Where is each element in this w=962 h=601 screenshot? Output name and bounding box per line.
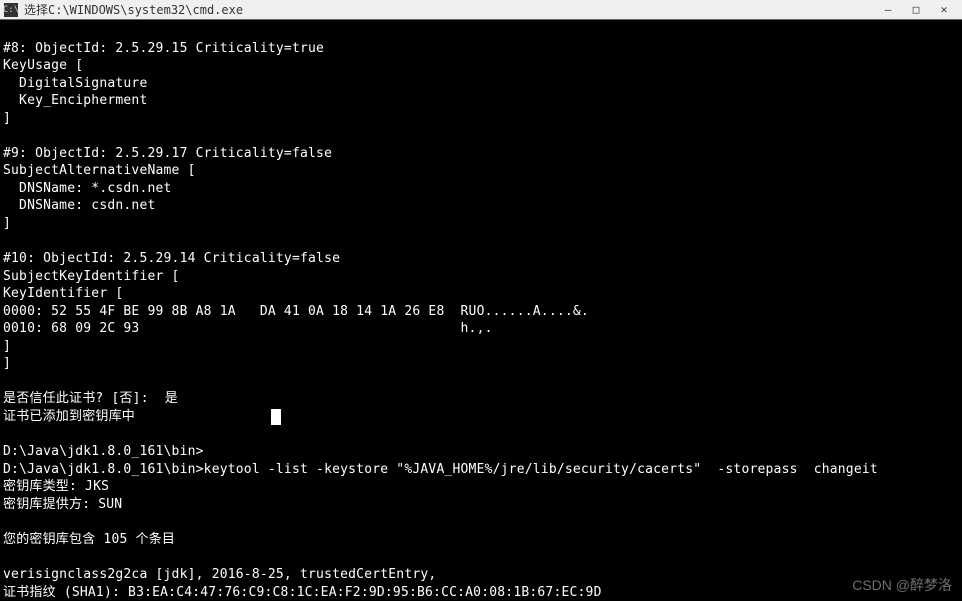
close-button[interactable]: ✕ [930, 1, 958, 19]
cmd-icon: C:\ [4, 3, 18, 17]
window-controls: — □ ✕ [874, 1, 958, 19]
terminal-output[interactable]: #8: ObjectId: 2.5.29.15 Criticality=true… [0, 20, 962, 601]
terminal-line [3, 513, 959, 531]
terminal-line [3, 233, 959, 251]
terminal-line: #10: ObjectId: 2.5.29.14 Criticality=fal… [3, 250, 959, 268]
terminal-line: ] [3, 110, 959, 128]
terminal-line [3, 22, 959, 40]
terminal-line: DigitalSignature [3, 75, 959, 93]
terminal-line: 0010: 68 09 2C 93 h.,. [3, 320, 959, 338]
terminal-line: KeyIdentifier [ [3, 285, 959, 303]
terminal-line: D:\Java\jdk1.8.0_161\bin>keytool -list -… [3, 461, 959, 479]
window-titlebar: C:\ 选择C:\WINDOWS\system32\cmd.exe — □ ✕ [0, 0, 962, 20]
terminal-line: 是否信任此证书? [否]: 是 [3, 390, 959, 408]
terminal-line: D:\Java\jdk1.8.0_161\bin> [3, 443, 959, 461]
terminal-line: ] [3, 355, 959, 373]
terminal-line: 证书指纹 (SHA1): B3:EA:C4:47:76:C9:C8:1C:EA:… [3, 584, 959, 601]
terminal-line: 0000: 52 55 4F BE 99 8B A8 1A DA 41 0A 1… [3, 303, 959, 321]
maximize-button[interactable]: □ [902, 1, 930, 19]
text-cursor [271, 409, 281, 425]
window-title: 选择C:\WINDOWS\system32\cmd.exe [24, 1, 874, 18]
terminal-line [3, 548, 959, 566]
terminal-line: KeyUsage [ [3, 57, 959, 75]
terminal-line: SubjectKeyIdentifier [ [3, 268, 959, 286]
terminal-line: 证书已添加到密钥库中 [3, 408, 959, 426]
terminal-line [3, 373, 959, 391]
terminal-line: SubjectAlternativeName [ [3, 162, 959, 180]
terminal-line: ] [3, 215, 959, 233]
terminal-line: verisignclass2g2ca [jdk], 2016-8-25, tru… [3, 566, 959, 584]
terminal-line: ] [3, 338, 959, 356]
terminal-line: 您的密钥库包含 105 个条目 [3, 531, 959, 549]
terminal-line [3, 426, 959, 444]
terminal-line: Key_Encipherment [3, 92, 959, 110]
terminal-line: DNSName: csdn.net [3, 197, 959, 215]
terminal-line: 密钥库提供方: SUN [3, 496, 959, 514]
terminal-line: #9: ObjectId: 2.5.29.17 Criticality=fals… [3, 145, 959, 163]
minimize-button[interactable]: — [874, 1, 902, 19]
terminal-line: DNSName: *.csdn.net [3, 180, 959, 198]
terminal-line: 密钥库类型: JKS [3, 478, 959, 496]
terminal-line: #8: ObjectId: 2.5.29.15 Criticality=true [3, 40, 959, 58]
terminal-line [3, 127, 959, 145]
